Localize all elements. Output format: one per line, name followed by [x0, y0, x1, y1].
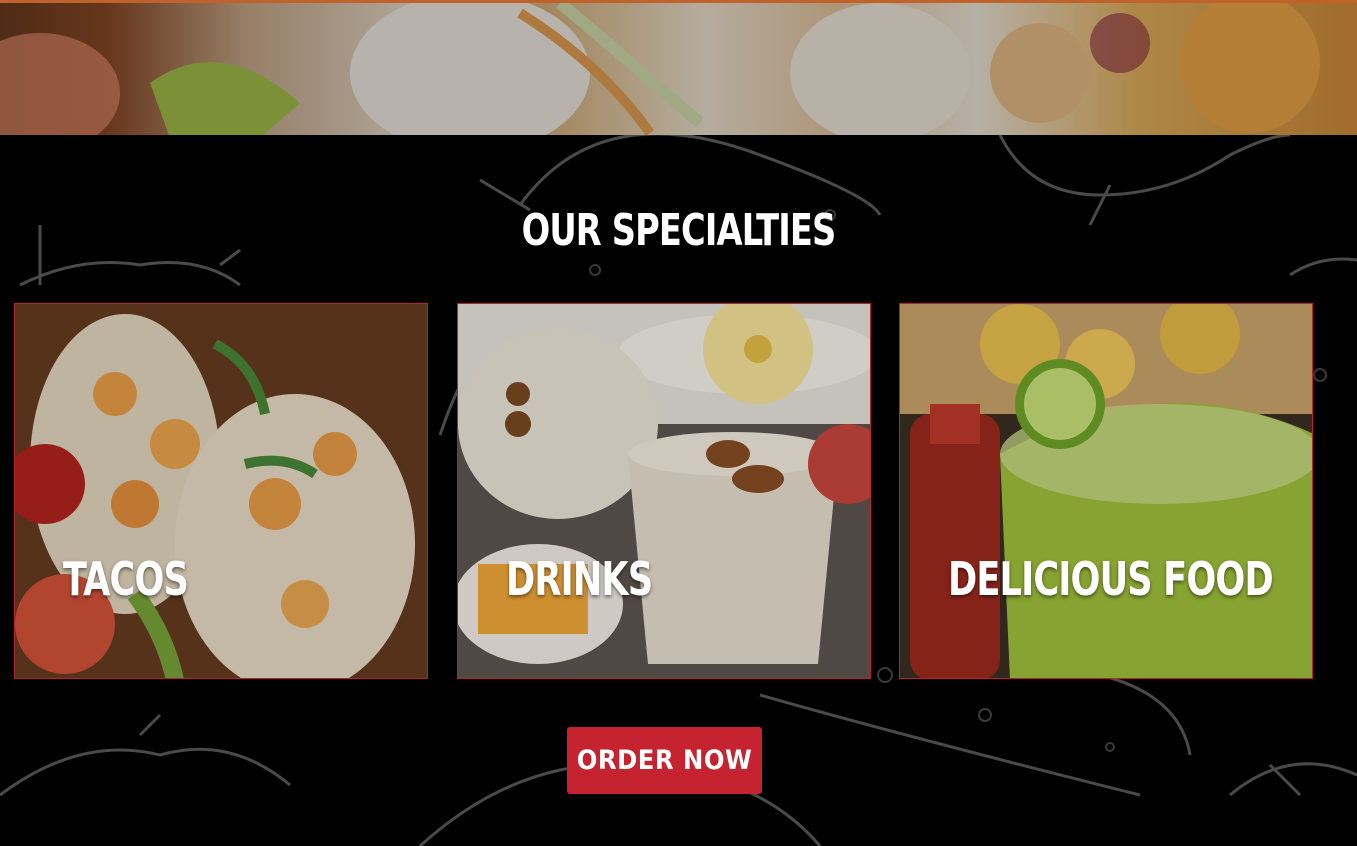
hero-banner-image: [0, 0, 1357, 135]
card-label-drinks: DRINKS: [506, 552, 653, 606]
specialty-card-tacos[interactable]: TACOS: [14, 303, 428, 679]
specialty-card-delicious-food[interactable]: DELICIOUS FOOD: [899, 303, 1313, 679]
card-label-delicious-food: DELICIOUS FOOD: [948, 552, 1274, 606]
specialty-card-drinks[interactable]: DRINKS: [457, 303, 871, 679]
delicious-food-image: [900, 304, 1312, 678]
card-label-tacos: TACOS: [63, 552, 189, 606]
section-title: OUR SPECIALTIES: [521, 205, 837, 256]
drinks-image: [458, 304, 870, 678]
tacos-image: [15, 304, 427, 678]
order-now-button[interactable]: ORDER NOW: [567, 727, 762, 794]
